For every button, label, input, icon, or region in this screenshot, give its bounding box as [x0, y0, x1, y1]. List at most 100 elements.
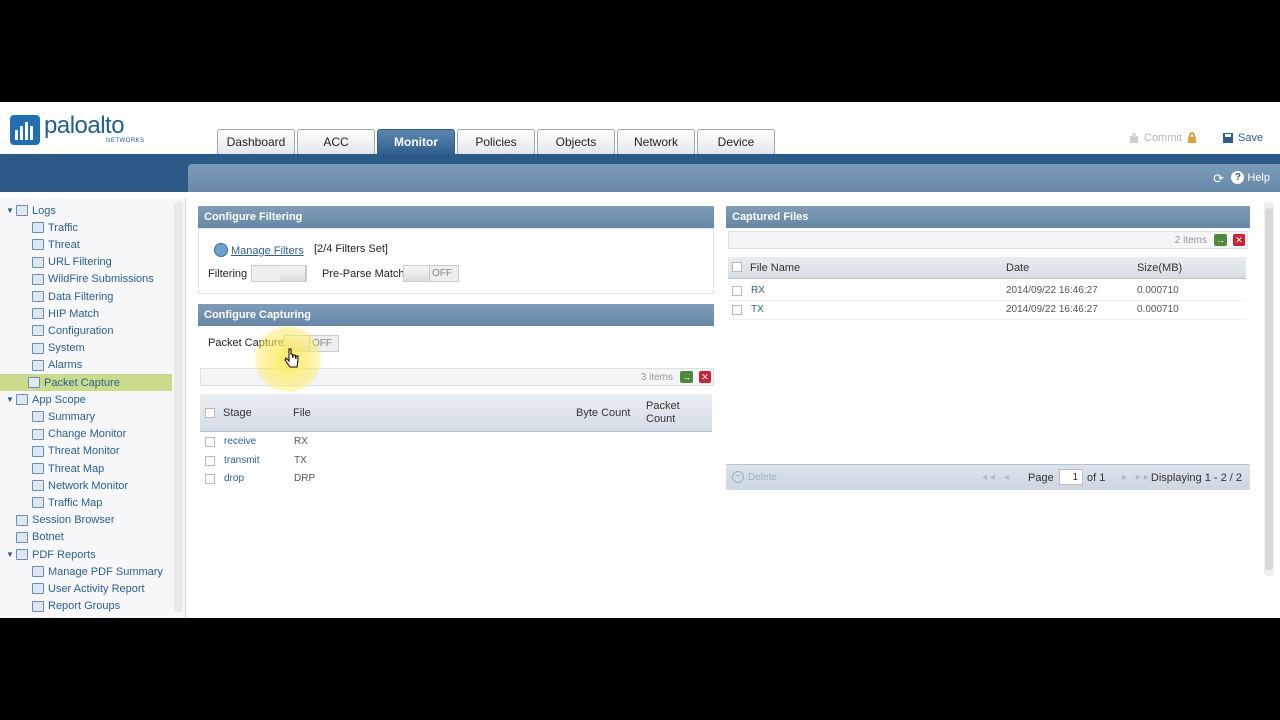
first-prev-page-icons[interactable]: ◂◂ ◂ — [982, 472, 1012, 483]
expand-arrow-icon[interactable]: ▼ — [6, 206, 16, 215]
sidebar-item-icon — [32, 325, 44, 337]
app-window: paloalto NETWORKS Dashboard ACC Monitor Pol… — [0, 102, 1280, 618]
tab-acc[interactable]: ACC — [297, 129, 375, 154]
expand-arrow-icon[interactable]: ▼ — [6, 395, 16, 404]
sidebar-item-label: PDF Reports — [32, 548, 96, 561]
sidebar-item-label: Threat — [48, 238, 80, 251]
col-stage[interactable]: Stage — [223, 407, 252, 419]
sidebar-item-label: Threat Map — [48, 462, 105, 475]
sidebar-item-configuration[interactable]: Configuration — [32, 322, 113, 339]
file-name-link[interactable]: RX — [751, 285, 765, 296]
sidebar-item-alarms[interactable]: Alarms — [32, 357, 82, 374]
packet-capture-state: OFF — [312, 338, 332, 349]
help-icon: ? — [1231, 171, 1245, 184]
sidebar-item-network-monitor[interactable]: Network Monitor — [32, 477, 128, 494]
displaying-count: Displaying 1 - 2 / 2 — [1150, 472, 1242, 484]
sidebar-item-botnet[interactable]: Botnet — [6, 529, 64, 546]
sidebar-item-hip-match[interactable]: HIP Match — [32, 305, 99, 322]
sidebar-item-manage-pdf-summary[interactable]: Manage PDF Summary — [32, 563, 163, 580]
sidebar-item-traffic[interactable]: Traffic — [32, 219, 78, 236]
sidebar-item-change-monitor[interactable]: Change Monitor — [32, 426, 126, 443]
sidebar-scrollbar[interactable] — [174, 202, 183, 612]
sidebar-item-icon — [32, 222, 44, 234]
sidebar-item-user-activity-report[interactable]: User Activity Report — [32, 580, 145, 597]
sidebar-item-threat-map[interactable]: Threat Map — [32, 460, 104, 477]
configure-filtering-title: Configure Filtering — [204, 211, 303, 223]
tab-objects[interactable]: Objects — [537, 129, 615, 154]
tab-monitor[interactable]: Monitor — [377, 129, 455, 154]
sidebar-item-summary[interactable]: Summary — [32, 408, 95, 425]
filtering-label: Filtering — [208, 268, 248, 280]
col-date[interactable]: Date — [1006, 262, 1029, 274]
sidebar-item-session-browser[interactable]: Session Browser — [6, 512, 115, 529]
commit-button[interactable]: Commit — [1128, 132, 1198, 144]
next-last-page-icons[interactable]: ▸ ▸▸ — [1122, 472, 1152, 483]
stage-row-checkbox[interactable] — [205, 474, 215, 484]
file-name-link[interactable]: TX — [751, 304, 764, 315]
col-packet-count[interactable]: Packet Count — [646, 400, 692, 426]
preparse-match-label: Pre-Parse Match — [322, 268, 405, 280]
stage-row-checkbox[interactable] — [205, 455, 215, 466]
main-scrollbar[interactable] — [1264, 202, 1274, 576]
file-size: 0.000710 — [1137, 303, 1179, 315]
capture-stage-apply-icon[interactable]: → — [680, 371, 693, 383]
refresh-icon[interactable]: ⟳ — [1213, 171, 1224, 187]
sidebar-item-report-groups[interactable]: Report Groups — [32, 598, 120, 615]
tab-device[interactable]: Device — [697, 129, 775, 154]
sidebar-item-pdf-reports[interactable]: ▼ PDF Reports — [6, 546, 96, 563]
sidebar-item-system[interactable]: System — [32, 340, 85, 357]
page-input[interactable]: 1 — [1059, 469, 1083, 485]
tab-policies[interactable]: Policies — [457, 129, 535, 154]
sidebar-item-threat-monitor[interactable]: Threat Monitor — [32, 443, 120, 460]
configure-capturing-header: Configure Capturing — [198, 304, 714, 326]
sidebar-item-packet-capture[interactable]: Packet Capture — [0, 374, 172, 391]
sidebar-item-label: Packet Capture — [44, 376, 120, 389]
sidebar-item-label: System — [48, 342, 85, 355]
filtering-toggle[interactable] — [251, 265, 307, 282]
file-row-checkbox[interactable] — [732, 286, 742, 296]
sidebar-item-label: Threat Monitor — [48, 445, 120, 458]
tab-dashboard[interactable]: Dashboard — [217, 129, 295, 154]
sidebar-item-app-scope[interactable]: ▼ App Scope — [6, 391, 86, 408]
stage-name[interactable]: transmit — [224, 455, 260, 466]
save-icon — [1223, 133, 1233, 143]
commit-icon — [1130, 133, 1138, 143]
commit-label: Commit — [1144, 132, 1182, 144]
sidebar-item-threat[interactable]: Threat — [32, 236, 80, 253]
save-button[interactable]: Save — [1222, 132, 1263, 144]
stage-name[interactable]: receive — [224, 436, 256, 447]
delete-button[interactable]: Delete — [748, 472, 777, 483]
col-byte-count[interactable]: Byte Count — [576, 407, 630, 419]
file-row-checkbox[interactable] — [732, 304, 742, 315]
expand-arrow-icon[interactable]: ▼ — [6, 550, 16, 559]
manage-filters-link[interactable]: Manage Filters — [231, 245, 304, 257]
stage-name[interactable]: drop — [224, 473, 244, 484]
col-file-name[interactable]: File Name — [750, 262, 800, 274]
select-all-files-checkbox[interactable] — [732, 262, 742, 272]
sidebar-item-logs[interactable]: ▼ Logs — [6, 202, 56, 219]
preparse-match-toggle[interactable]: OFF — [403, 265, 459, 282]
captured-files-clear-icon[interactable]: ✕ — [1233, 234, 1245, 246]
sidebar-item-wildfire-submissions[interactable]: WildFire Submissions — [32, 271, 154, 288]
sidebar-item-icon — [16, 394, 28, 406]
capture-stage-count: 3 items — [640, 372, 673, 383]
sidebar-item-icon — [16, 514, 28, 526]
col-file[interactable]: File — [293, 407, 311, 419]
stage-file[interactable]: TX — [294, 455, 307, 466]
sidebar-item-data-filtering[interactable]: Data Filtering — [32, 288, 113, 305]
sidebar-item-traffic-map[interactable]: Traffic Map — [32, 494, 102, 511]
capture-stage-clear-icon[interactable]: ✕ — [699, 371, 711, 383]
captured-files-apply-icon[interactable]: → — [1214, 234, 1227, 246]
select-all-stages-checkbox[interactable] — [205, 408, 215, 418]
stage-file[interactable]: DRP — [294, 473, 315, 484]
help-button[interactable]: ? Help — [1231, 171, 1270, 184]
sidebar-item-url-filtering[interactable]: URL Filtering — [32, 254, 112, 271]
tab-network[interactable]: Network — [617, 129, 695, 154]
stage-row-checkbox[interactable] — [205, 437, 215, 447]
sidebar-item-label: Alarms — [48, 359, 83, 372]
stage-file[interactable]: RX — [294, 436, 308, 447]
col-size[interactable]: Size(MB) — [1137, 262, 1182, 274]
sidebar-item-label: User Activity Report — [48, 582, 145, 595]
page-label: Page — [1028, 472, 1054, 484]
sidebar-item-icon — [32, 566, 44, 578]
